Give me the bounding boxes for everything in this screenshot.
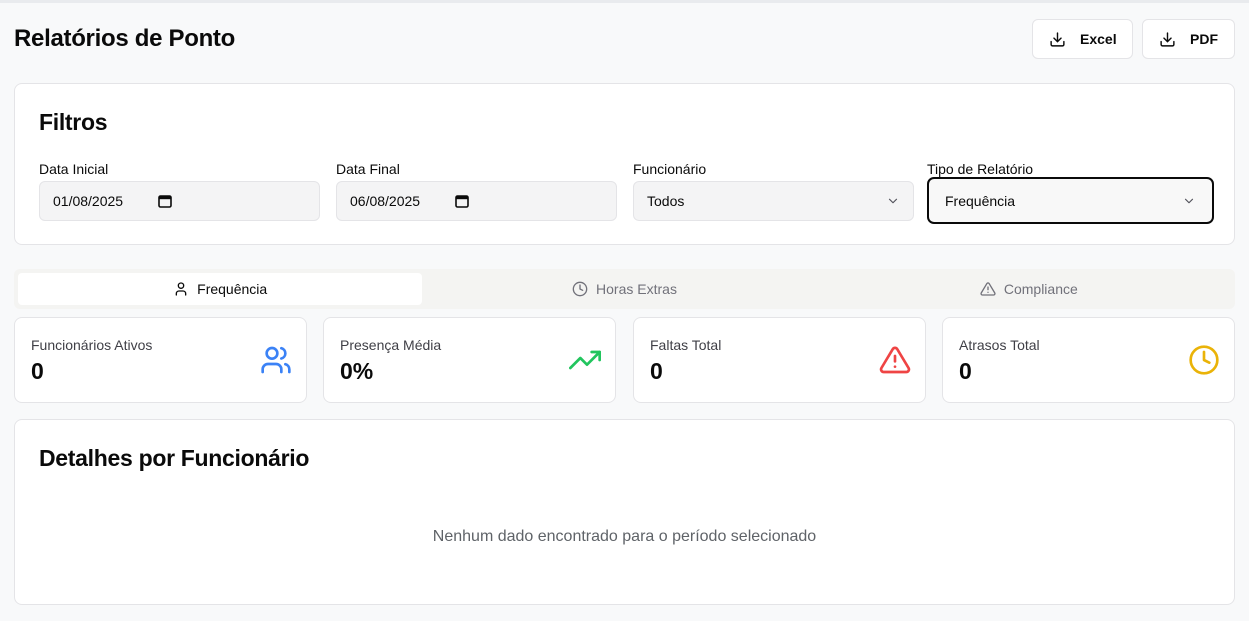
employee-selected: Todos <box>647 193 685 209</box>
stat-card-active-employees: Funcionários Ativos 0 <box>14 317 307 403</box>
page-title: Relatórios de Ponto <box>14 25 235 52</box>
employee-field: Funcionário Todos <box>633 161 914 221</box>
end-date-value: 06/08/2025 <box>350 193 421 209</box>
tab-label: Compliance <box>1003 281 1078 297</box>
end-date-label: Data Final <box>336 161 400 177</box>
tab-horas-extras[interactable]: Horas Extras <box>422 273 826 305</box>
clock-icon <box>1189 345 1219 375</box>
stat-value: 0% <box>340 358 374 384</box>
start-date-label: Data Inicial <box>39 161 109 177</box>
report-type-label: Tipo de Relatório <box>927 161 1034 177</box>
stat-label: Funcionários Ativos <box>31 337 153 353</box>
report-type-selected: Frequência <box>945 192 1016 209</box>
start-date-field: Data Inicial 01/08/2025 <box>39 161 320 221</box>
alert-triangle-icon <box>879 346 911 374</box>
reports-page: Relatórios de Ponto Excel PDF Filtros Da… <box>0 0 1249 621</box>
chevron-down-icon <box>1184 198 1194 203</box>
export-buttons: Excel PDF <box>1032 19 1235 59</box>
report-tabs: Frequência Horas Extras Compliance <box>14 269 1235 309</box>
start-date-input[interactable]: 01/08/2025 <box>39 181 320 221</box>
export-pdf-button[interactable]: PDF <box>1142 19 1235 59</box>
start-date-value: 01/08/2025 <box>53 193 124 209</box>
stat-card-average-presence: Presença Média 0% <box>323 317 616 403</box>
export-excel-button[interactable]: Excel <box>1032 19 1133 59</box>
calendar-icon[interactable] <box>158 194 172 208</box>
empty-state-message: Nenhum dado encontrado para o período se… <box>432 528 817 545</box>
top-divider <box>0 0 1249 3</box>
end-date-field: Data Final 06/08/2025 <box>336 161 617 221</box>
page-header: Relatórios de Ponto Excel PDF <box>14 19 1235 59</box>
clock-icon <box>572 281 588 297</box>
calendar-icon[interactable] <box>455 194 469 208</box>
chevron-down-icon <box>888 198 898 204</box>
export-excel-label: Excel <box>1080 31 1117 47</box>
filters-title: Filtros <box>39 109 108 135</box>
filters-card: Filtros Data Inicial 01/08/2025 Data Fin… <box>14 83 1235 245</box>
stat-value: 0 <box>31 358 44 384</box>
employee-label: Funcionário <box>633 161 707 177</box>
stat-label: Faltas Total <box>650 337 722 353</box>
stat-value: 0 <box>650 358 663 384</box>
tab-label: Horas Extras <box>596 281 677 297</box>
tab-label: Frequência <box>197 281 268 297</box>
stat-card-total-absences: Faltas Total 0 <box>633 317 926 403</box>
warning-icon <box>980 282 996 296</box>
report-type-field: Tipo de Relatório Frequência <box>927 161 1214 224</box>
stat-value: 0 <box>959 358 972 384</box>
details-card: Detalhes por Funcionário Nenhum dado enc… <box>14 419 1235 605</box>
stat-label: Atrasos Total <box>959 337 1040 353</box>
end-date-input[interactable]: 06/08/2025 <box>336 181 617 221</box>
details-title: Detalhes por Funcionário <box>39 445 310 471</box>
trending-up-icon <box>569 350 601 370</box>
download-icon <box>1160 31 1175 47</box>
report-type-select[interactable]: Frequência <box>927 177 1214 224</box>
users-icon <box>261 346 291 374</box>
users-icon <box>175 282 187 296</box>
download-icon <box>1050 31 1065 47</box>
employee-select[interactable]: Todos <box>633 181 914 221</box>
stat-label: Presença Média <box>340 337 442 353</box>
tab-frequencia[interactable]: Frequência <box>18 273 423 305</box>
stat-card-total-delays: Atrasos Total 0 <box>942 317 1235 403</box>
tab-compliance[interactable]: Compliance <box>827 273 1231 305</box>
export-pdf-label: PDF <box>1190 31 1218 47</box>
